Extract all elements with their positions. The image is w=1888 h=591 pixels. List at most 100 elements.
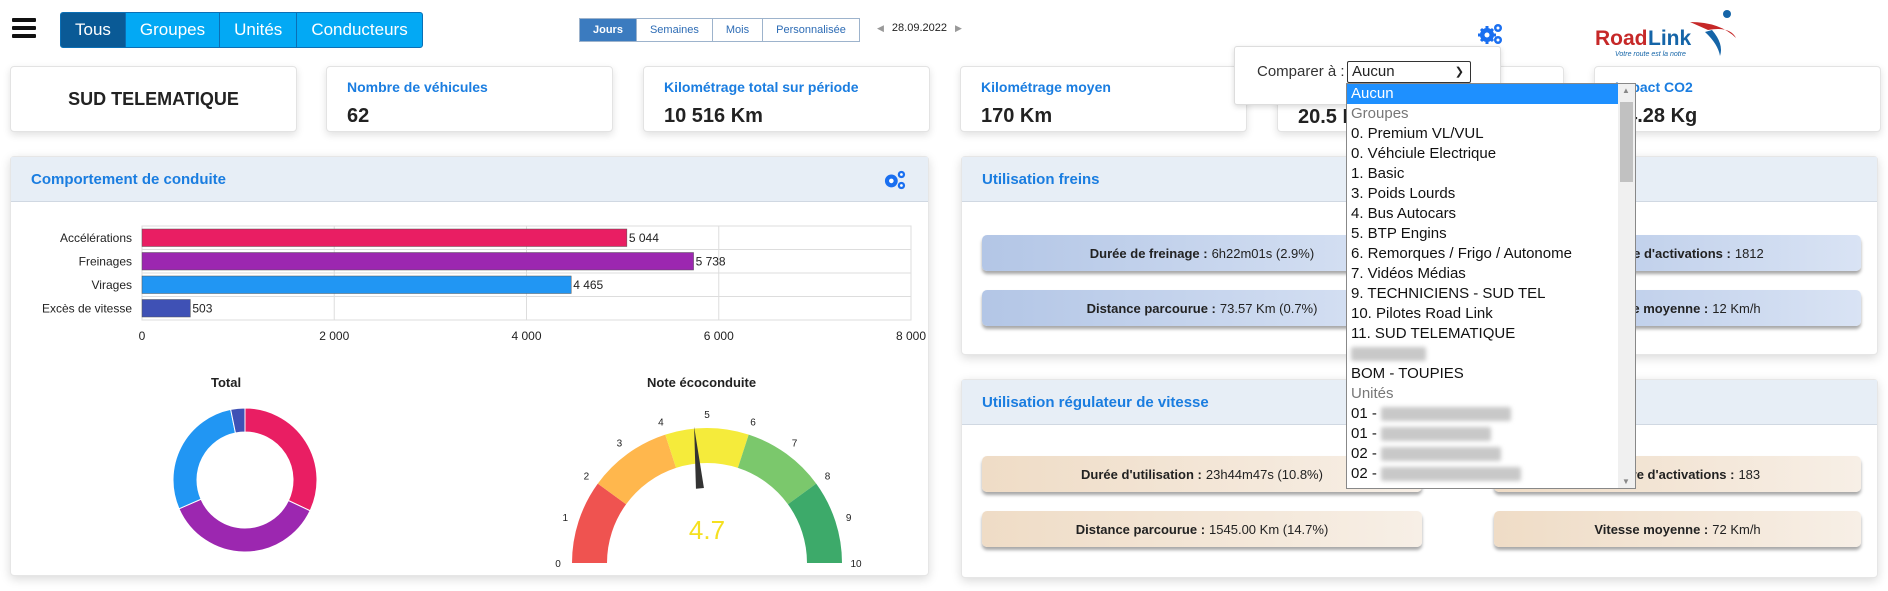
tab-tous[interactable]: Tous	[61, 13, 126, 47]
bar-value-label: 4 465	[573, 278, 603, 292]
dropdown-option[interactable]: 11. SUD TELEMATIQUE	[1347, 324, 1635, 344]
dropdown-option[interactable]: 9. TECHNICIENS - SUD TEL	[1347, 284, 1635, 304]
dropdown-option[interactable]: 02 -	[1347, 444, 1635, 464]
next-date-icon[interactable]: ▶	[955, 23, 962, 34]
option-text: 10. Pilotes Road Link	[1351, 305, 1493, 322]
card-label: Nombre de véhicules	[347, 79, 488, 95]
co2-impact-card: Impact CO2 44.28 Kg	[1594, 66, 1881, 132]
cruise-average-speed: Vitesse moyenne :72 Km/h	[1494, 511, 1861, 547]
option-text: 01 -	[1351, 425, 1382, 442]
gauge-tick-label: 7	[792, 438, 798, 449]
dropdown-option[interactable]: 6. Remorques / Frigo / Autonome	[1347, 244, 1635, 264]
gauge-band-2	[665, 428, 749, 468]
current-date: 28.09.2022	[891, 22, 947, 34]
bar-3	[141, 299, 191, 318]
donut-slice-0	[244, 407, 318, 512]
tab-personnalisee[interactable]: Personnalisée	[763, 19, 859, 41]
tab-groupes[interactable]: Groupes	[126, 13, 221, 47]
option-text: 5. BTP Engins	[1351, 225, 1447, 242]
option-text: 02 -	[1351, 445, 1382, 462]
redacted-text	[1381, 447, 1502, 462]
tab-unites[interactable]: Unités	[220, 13, 298, 47]
prev-date-icon[interactable]: ◀	[877, 23, 884, 34]
category-label: Excès de vitesse	[42, 301, 132, 315]
dropdown-option[interactable]: Aucun	[1347, 84, 1635, 104]
fleet-name: SUD TELEMATIQUE	[68, 88, 239, 109]
stat-label: Distance parcourue :	[1075, 521, 1206, 537]
card-value: 170 Km	[981, 105, 1053, 127]
svg-text:Votre route est la notre: Votre route est la notre	[1615, 51, 1686, 58]
tab-semaines[interactable]: Semaines	[636, 19, 713, 41]
dropdown-option[interactable]	[1347, 344, 1635, 364]
cruise-distance: Distance parcourue :1545.00 Km (14.7%)	[982, 511, 1422, 547]
option-text: 4. Bus Autocars	[1351, 205, 1457, 222]
dropdown-option[interactable]: 02 -	[1347, 464, 1635, 484]
card-value: 10 516 Km	[664, 105, 763, 127]
gauge-tick-label: 4	[658, 417, 664, 428]
chevron-down-icon: ❯	[1454, 66, 1464, 78]
tab-jours[interactable]: Jours	[580, 19, 637, 41]
dropdown-option[interactable]: 5. BTP Engins	[1347, 224, 1635, 244]
gauge-tick-label: 5	[704, 410, 710, 421]
panel-title: Utilisation freins	[982, 171, 1100, 188]
dropdown-option[interactable]: 0. Véhciule Electrique	[1347, 144, 1635, 164]
dropdown-option[interactable]: 4. Bus Autocars	[1347, 204, 1635, 224]
scroll-down-icon[interactable]: ▼	[1622, 477, 1630, 486]
compare-select[interactable]: Aucun ❯	[1347, 61, 1471, 83]
option-text: 3. Poids Lourds	[1351, 185, 1456, 202]
option-text: 7. Vidéos Médias	[1351, 265, 1466, 282]
stat-value: 23h44m47s (10.8%)	[1205, 466, 1323, 482]
tab-mois[interactable]: Mois	[712, 19, 764, 41]
compare-label: Comparer à :	[1257, 63, 1345, 80]
settings-gears-icon[interactable]	[1478, 22, 1504, 46]
compare-dropdown-list[interactable]: Aucun Groupes 0. Premium VL/VUL 0. Véhciule…	[1346, 83, 1636, 489]
gauge-tick-label: 8	[825, 471, 831, 482]
hamburger-menu-icon[interactable]	[12, 18, 36, 42]
dropdown-option[interactable]: 7. Vidéos Médias	[1347, 264, 1635, 284]
dropdown-option[interactable]: 3. Poids Lourds	[1347, 184, 1635, 204]
card-label: Kilométrage total sur période	[664, 79, 859, 95]
stat-label: Distance parcourue :	[1086, 300, 1216, 316]
stat-value: 183	[1738, 466, 1761, 482]
bar-value-label: 5 738	[696, 254, 726, 268]
dropdown-scrollbar[interactable]: ▲ ▼	[1618, 84, 1635, 488]
gauge-tick-label: 0	[555, 559, 561, 570]
card-label: Kilométrage moyen	[981, 79, 1111, 95]
stat-value: 1812	[1734, 245, 1764, 261]
driving-behavior-panel: Comportement de conduite 02 000 4 000 6 00…	[10, 156, 929, 576]
gauge-tick-label: 3	[617, 438, 623, 449]
card-value: 44.28 Kg	[1615, 105, 1698, 127]
dropdown-option[interactable]: BOM - TOUPIES	[1347, 364, 1635, 384]
option-text: 9. TECHNICIENS - SUD TEL	[1351, 285, 1546, 302]
option-text: 0. Premium VL/VUL	[1351, 125, 1484, 142]
tab-conducteurs[interactable]: Conducteurs	[297, 13, 421, 47]
svg-text:Road: Road	[1595, 27, 1648, 50]
stat-label: Durée d'utilisation :	[1081, 466, 1202, 482]
bar-0	[141, 228, 628, 247]
x-tick-label: 6 000	[704, 329, 734, 343]
stat-value: 72 Km/h	[1712, 521, 1761, 537]
redacted-text	[1381, 467, 1522, 482]
dropdown-option[interactable]: 0. Premium VL/VUL	[1347, 124, 1635, 144]
gauge-tick-label: 10	[850, 559, 862, 570]
donut-slice-2	[172, 408, 237, 510]
panel-title: Utilisation régulateur de vitesse	[982, 394, 1209, 411]
total-mileage-card: Kilométrage total sur période 10 516 Km	[643, 66, 930, 132]
category-label: Freinages	[79, 254, 132, 268]
dropdown-option[interactable]: 01 -	[1347, 404, 1635, 424]
svg-text:Link: Link	[1648, 27, 1691, 50]
scrollbar-thumb[interactable]	[1620, 102, 1633, 182]
scroll-up-icon[interactable]: ▲	[1622, 86, 1630, 95]
scope-tabs: Tous Groupes Unités Conducteurs	[60, 12, 423, 48]
x-tick-label: 4 000	[511, 329, 541, 343]
dropdown-option[interactable]: 10. Pilotes Road Link	[1347, 304, 1635, 324]
stat-value: 6h22m01s (2.9%)	[1211, 245, 1315, 261]
stat-label: Vitesse moyenne :	[1594, 521, 1709, 537]
gauge-tick-label: 2	[584, 471, 590, 482]
dropdown-option[interactable]: 1. Basic	[1347, 164, 1635, 184]
bar-value-label: 503	[192, 301, 212, 315]
option-text: 1. Basic	[1351, 165, 1405, 182]
card-value: 62	[347, 105, 370, 127]
redacted-text	[1381, 407, 1512, 422]
dropdown-option[interactable]: 01 -	[1347, 424, 1635, 444]
